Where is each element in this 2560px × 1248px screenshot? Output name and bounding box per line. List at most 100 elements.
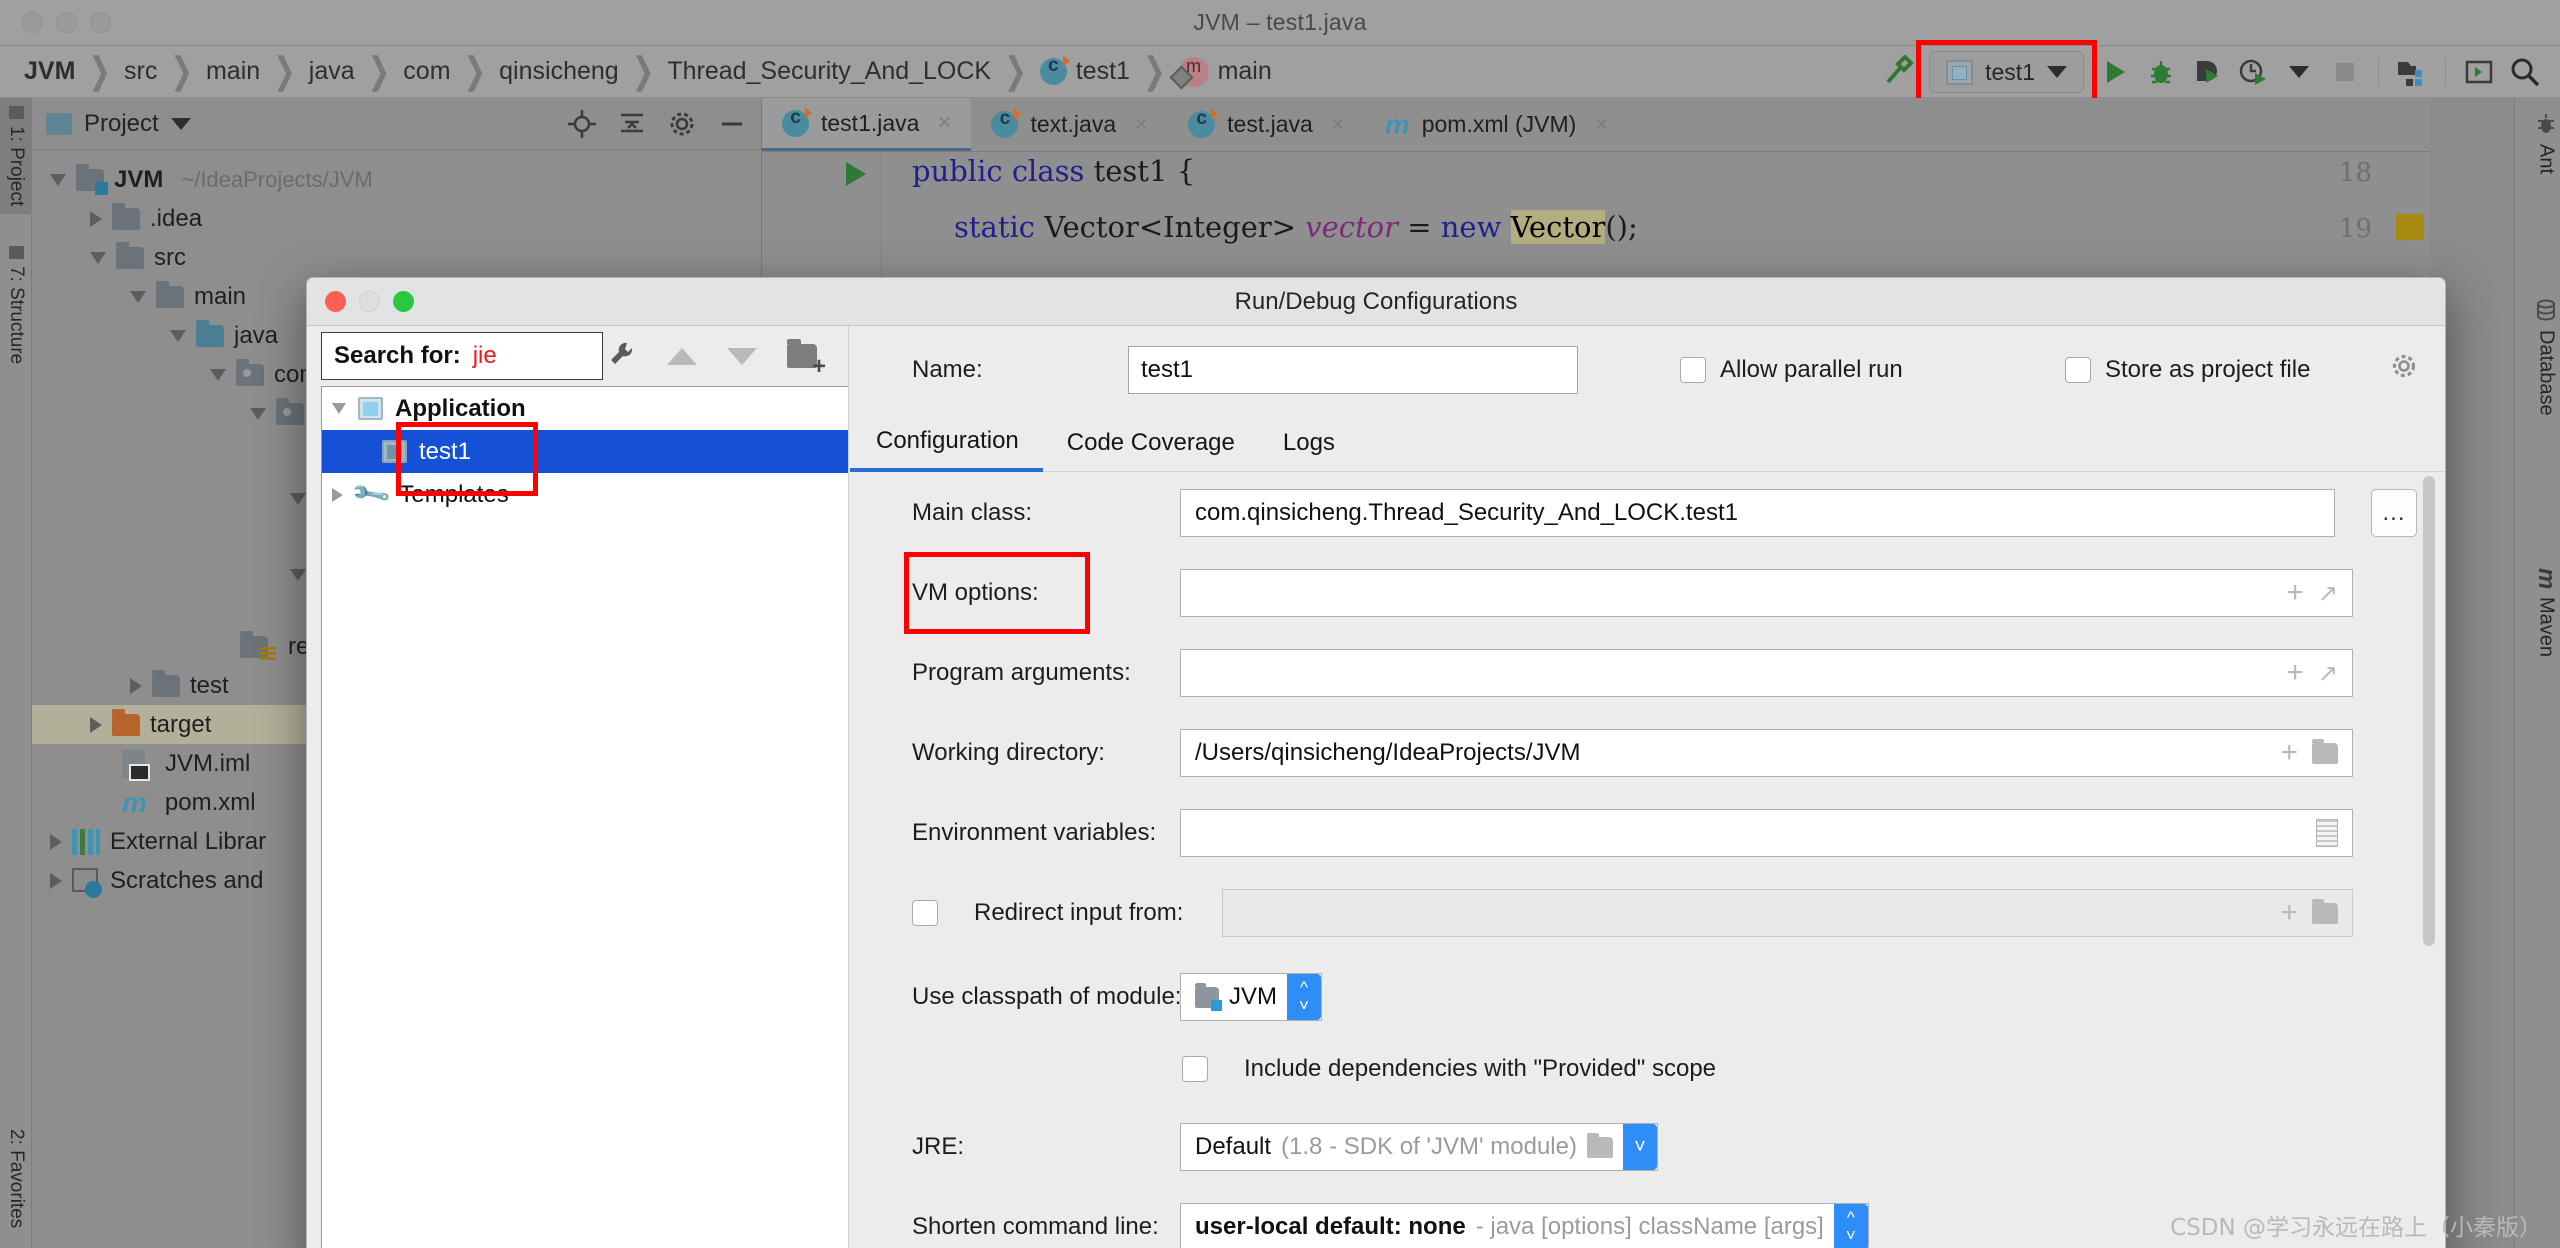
program-arguments-input[interactable]: + ↗ — [1180, 649, 2353, 697]
sidebar-item-database[interactable]: Database — [2534, 298, 2558, 416]
twisty-down-icon[interactable] — [50, 173, 66, 186]
chevron-down-icon[interactable]: ˅ — [1622, 1124, 1657, 1170]
twisty-down-icon[interactable] — [332, 403, 346, 414]
chevron-down-icon[interactable] — [170, 117, 191, 130]
twisty-right-icon[interactable] — [90, 210, 102, 227]
twisty-down-icon[interactable] — [290, 493, 306, 505]
move-down-icon[interactable] — [727, 347, 757, 365]
include-provided-scope-checkbox[interactable]: Include dependencies with "Provided" sco… — [1182, 1055, 1716, 1082]
hammer-icon[interactable] — [1875, 49, 1921, 95]
checkbox-box[interactable] — [912, 900, 938, 926]
hide-icon[interactable] — [717, 109, 747, 139]
breadcrumb-item-jvm[interactable]: JVM — [24, 57, 75, 86]
breadcrumb-item-src[interactable]: src — [124, 57, 157, 86]
twisty-right-icon[interactable] — [50, 872, 62, 889]
settings-gear-icon[interactable] — [2390, 352, 2420, 389]
close-icon[interactable]: × — [937, 109, 951, 137]
redirect-input-field[interactable]: + — [1222, 889, 2353, 937]
sidebar-item-favorites[interactable]: 2: Favorites — [0, 1121, 32, 1236]
close-icon[interactable]: × — [1134, 111, 1148, 139]
env-editor-icon[interactable] — [2316, 819, 2338, 847]
sidebar-item-structure[interactable]: 7: Structure — [0, 238, 32, 372]
folder-icon[interactable] — [2312, 738, 2338, 764]
shorten-command-line-combo[interactable]: user-local default: none - java [options… — [1180, 1203, 1869, 1248]
configurations-tree[interactable]: Application test1 🔧 Templates — [321, 386, 848, 1248]
sidebar-item-project[interactable]: 1: Project — [0, 98, 32, 215]
redirect-input-checkbox[interactable]: Redirect input from: — [912, 899, 1183, 926]
config-tree-row-test1[interactable]: test1 — [322, 430, 848, 473]
expand-icon[interactable]: ↗ — [2318, 659, 2338, 688]
project-structure-icon[interactable] — [2389, 49, 2435, 95]
twisty-right-icon[interactable] — [130, 677, 142, 694]
dialog-scrollbar[interactable] — [2421, 476, 2437, 1248]
folder-icon[interactable] — [1586, 1132, 1613, 1158]
close-icon[interactable]: × — [1594, 111, 1608, 139]
twisty-down-icon[interactable] — [90, 251, 106, 264]
run-gutter-icon[interactable] — [846, 162, 866, 186]
run-with-coverage-icon[interactable] — [2184, 49, 2230, 95]
tree-row-idea[interactable]: .idea — [32, 199, 761, 238]
collapse-all-icon[interactable] — [617, 109, 647, 139]
tab-configuration[interactable]: Configuration — [850, 414, 1043, 472]
run-icon[interactable] — [2092, 49, 2138, 95]
combo-spinner-icon[interactable]: ^ ˅ — [1833, 1204, 1868, 1248]
terminal-icon[interactable] — [2456, 49, 2502, 95]
twisty-right-icon[interactable] — [50, 833, 62, 850]
editor-tab-pom-xml[interactable]: m pom.xml (JVM) × — [1365, 98, 1629, 151]
breadcrumb-item-main[interactable]: main — [206, 57, 260, 86]
jre-combo[interactable]: Default (1.8 - SDK of 'JVM' module) ˅ — [1180, 1123, 1658, 1171]
twisty-down-icon[interactable] — [130, 290, 146, 303]
dialog-scrollbar-thumb[interactable] — [2423, 476, 2435, 946]
sidebar-item-ant[interactable]: Ant — [2534, 112, 2558, 174]
store-as-project-file-checkbox[interactable]: Store as project file — [2065, 356, 2310, 384]
main-class-input[interactable]: com.qinsicheng.Thread_Security_And_LOCK.… — [1180, 489, 2335, 537]
checkbox-box[interactable] — [2065, 357, 2091, 383]
sidebar-item-maven[interactable]: m Maven — [2533, 568, 2560, 657]
main-class-browse-button[interactable]: ... — [2371, 489, 2417, 537]
twisty-right-icon[interactable] — [332, 487, 343, 502]
checkbox-box[interactable] — [1680, 357, 1706, 383]
tab-code-coverage[interactable]: Code Coverage — [1043, 414, 1259, 472]
twisty-down-icon[interactable] — [250, 407, 266, 420]
breadcrumb-item-method[interactable]: main — [1178, 56, 1272, 87]
editor-tab-test-java[interactable]: test.java × — [1168, 98, 1365, 151]
working-directory-input[interactable]: /Users/qinsicheng/IdeaProjects/JVM + — [1180, 729, 2353, 777]
plus-icon[interactable]: + — [2280, 898, 2298, 928]
twisty-down-icon[interactable] — [290, 569, 306, 581]
stop-icon[interactable] — [2322, 49, 2368, 95]
allow-parallel-run-checkbox[interactable]: Allow parallel run — [1680, 356, 1903, 384]
run-configuration-selector[interactable]: test1 — [1916, 40, 2097, 104]
search-everywhere-icon[interactable] — [2502, 49, 2548, 95]
breadcrumb-item-java[interactable]: java — [309, 57, 355, 86]
breadcrumb-item-package[interactable]: Thread_Security_And_LOCK — [667, 57, 991, 86]
search-input[interactable]: Search for: jie — [321, 332, 603, 380]
expand-icon[interactable]: ↗ — [2318, 579, 2338, 608]
checkbox-box[interactable] — [1182, 1056, 1208, 1082]
plus-icon[interactable]: + — [2286, 578, 2304, 608]
profiler-icon[interactable] — [2230, 49, 2276, 95]
combo-spinner-icon[interactable]: ^ ˅ — [1287, 974, 1321, 1020]
wrench-icon[interactable] — [607, 339, 637, 374]
tree-row-src[interactable]: src — [32, 238, 761, 277]
editor-tab-text-java[interactable]: text.java × — [971, 98, 1168, 151]
name-input[interactable]: test1 — [1128, 346, 1578, 394]
settings-gear-icon[interactable] — [667, 109, 697, 139]
tab-logs[interactable]: Logs — [1259, 414, 1359, 472]
folder-icon[interactable] — [2312, 898, 2338, 924]
twisty-right-icon[interactable] — [90, 716, 102, 733]
breadcrumb-item-qinsicheng[interactable]: qinsicheng — [499, 57, 619, 86]
breadcrumb-item-com[interactable]: com — [403, 57, 450, 86]
twisty-down-icon[interactable] — [170, 329, 186, 342]
close-icon[interactable]: × — [1331, 111, 1345, 139]
new-folder-icon[interactable] — [787, 339, 826, 379]
breadcrumb-item-class[interactable]: test1 — [1039, 55, 1130, 86]
twisty-down-icon[interactable] — [210, 368, 226, 381]
plus-icon[interactable]: + — [2280, 738, 2298, 768]
config-tree-row-templates[interactable]: 🔧 Templates — [322, 473, 848, 516]
classpath-module-combo[interactable]: JVM ^ ˅ — [1180, 973, 1322, 1021]
editor-tab-test1-java[interactable]: test1.java × — [762, 98, 972, 151]
run-debug-configurations-dialog[interactable]: Run/Debug Configurations Search for: jie — [306, 277, 2446, 1248]
config-tree-row-application[interactable]: Application — [322, 387, 848, 430]
environment-variables-input[interactable] — [1180, 809, 2353, 857]
plus-icon[interactable]: + — [2286, 658, 2304, 688]
